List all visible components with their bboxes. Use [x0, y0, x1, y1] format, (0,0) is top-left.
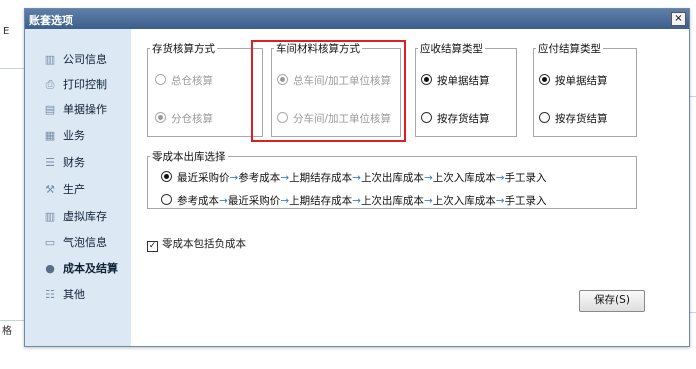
- arrow-icon: →: [352, 172, 361, 184]
- arrow-icon: →: [280, 195, 290, 207]
- priority-label: 上次入库成本: [432, 172, 496, 184]
- zero-cost-negative-checkbox[interactable]: ✓ 零成本包括负成本: [147, 236, 246, 252]
- radio-label: 分仓核算: [171, 113, 213, 125]
- priority-label: 上期结存成本: [289, 172, 353, 184]
- list-icon: ☷: [45, 288, 55, 301]
- sidebar: ▥ 公司信息 ⎙ 打印控制 ▤ 单据操作 ▦ 业务 ☰ 财务 ⚒ 生产 ▥ 虚拟库存 ▭ 气泡信…: [25, 29, 131, 346]
- radio-split-warehouse[interactable]: 分仓核算: [155, 111, 213, 126]
- radio-label: 按存货结算: [555, 113, 608, 125]
- document-icon: ▤: [44, 103, 56, 116]
- radio-selected-icon: [161, 171, 172, 182]
- radio-label: 按单据结算: [555, 75, 608, 87]
- cost-icon: ●: [45, 262, 55, 275]
- sidebar-item-other[interactable]: ☷ 其他: [43, 286, 129, 304]
- priority-label: 上次出库成本: [360, 195, 424, 207]
- radio-selected-icon: [421, 74, 432, 85]
- priority-label: 上次出库成本: [360, 172, 424, 184]
- sidebar-item-label: 打印控制: [63, 78, 107, 91]
- priority-label: 手工录入: [504, 172, 547, 184]
- radio-zero-cost-option-2[interactable]: 参考成本→最近采购价→上期结存成本→上次出库成本→上次入库成本→手工录入: [161, 193, 547, 208]
- arrow-icon: →: [495, 195, 505, 207]
- background-divider: [0, 320, 24, 321]
- radio-label: 按单据结算: [437, 75, 490, 87]
- arrow-icon: →: [352, 195, 361, 207]
- radio-icon: [155, 74, 166, 85]
- sidebar-item-production[interactable]: ⚒ 生产: [43, 181, 129, 199]
- radio-selected-icon: [155, 112, 166, 123]
- radio-icon: [421, 112, 432, 123]
- priority-label: 参考成本: [238, 172, 281, 184]
- sidebar-item-cost-settlement[interactable]: ● 成本及结算: [43, 260, 129, 278]
- radio-zero-cost-option-1[interactable]: 最近采购价→参考成本→上期结存成本→上次出库成本→上次入库成本→手工录入: [161, 170, 547, 185]
- checkmark-icon: ✓: [147, 241, 158, 252]
- background-divider: [0, 68, 24, 69]
- title-bar[interactable]: 账套选项 ×: [25, 9, 689, 29]
- background-window: [0, 0, 24, 369]
- sidebar-item-label: 公司信息: [63, 53, 107, 66]
- close-button[interactable]: ×: [671, 12, 686, 26]
- group-legend: 应收结算类型: [420, 43, 483, 55]
- radio-label: 按存货结算: [437, 113, 490, 125]
- coins-icon: ☰: [45, 156, 55, 169]
- chart-icon: ▦: [44, 129, 56, 142]
- sidebar-item-label: 虚拟库存: [63, 210, 107, 223]
- radio-icon: [161, 194, 172, 205]
- priority-label: 最近采购价: [227, 195, 281, 207]
- sidebar-item-label: 单据操作: [63, 103, 107, 116]
- sidebar-item-label: 财务: [63, 156, 85, 169]
- sidebar-item-document-operations[interactable]: ▤ 单据操作: [43, 101, 129, 119]
- printer-icon: ⎙: [45, 78, 55, 91]
- highlight-box: [251, 40, 406, 142]
- sidebar-item-label: 成本及结算: [63, 262, 118, 275]
- factory-icon: ⚒: [45, 183, 55, 196]
- bubble-icon: ▭: [44, 236, 56, 249]
- dialog-title: 账套选项: [29, 14, 73, 27]
- inventory-icon: ▥: [44, 210, 56, 223]
- sidebar-item-label: 生产: [63, 183, 85, 196]
- radio-label: 总仓核算: [171, 75, 213, 87]
- radio-payable-by-inventory[interactable]: 按存货结算: [539, 111, 608, 126]
- arrow-icon: →: [219, 195, 228, 207]
- arrow-icon: →: [495, 172, 505, 184]
- radio-receivable-by-document[interactable]: 按单据结算: [421, 73, 490, 88]
- background-text-fragment: E: [3, 26, 10, 37]
- sidebar-item-bubble-info[interactable]: ▭ 气泡信息: [43, 234, 129, 252]
- sidebar-item-label: 业务: [63, 129, 85, 142]
- sidebar-item-virtual-inventory[interactable]: ▥ 虚拟库存: [43, 208, 129, 226]
- account-options-dialog: 账套选项 × ▥ 公司信息 ⎙ 打印控制 ▤ 单据操作 ▦ 业务 ☰ 财务 ⚒ 生产 ▥ 虚拟…: [24, 8, 690, 347]
- radio-icon: [539, 112, 550, 123]
- arrow-icon: →: [280, 172, 290, 184]
- radio-receivable-by-inventory[interactable]: 按存货结算: [421, 111, 490, 126]
- radio-selected-icon: [539, 74, 550, 85]
- radio-payable-by-document[interactable]: 按单据结算: [539, 73, 608, 88]
- close-icon: ×: [674, 13, 683, 24]
- content-panel: 存货核算方式 总仓核算 分仓核算 车间材料核算方式 总车间/加工单位核算 分车间…: [131, 29, 689, 346]
- group-legend: 零成本出库选择: [152, 151, 226, 163]
- group-legend: 应付结算类型: [538, 43, 601, 55]
- checkbox-label: 零成本包括负成本: [162, 238, 246, 250]
- sidebar-item-finance[interactable]: ☰ 财务: [43, 154, 129, 172]
- group-legend: 存货核算方式: [152, 43, 215, 55]
- arrow-icon: →: [423, 195, 433, 207]
- background-text-fragment: 格: [2, 326, 12, 337]
- sidebar-item-print-control[interactable]: ⎙ 打印控制: [43, 76, 129, 94]
- sidebar-item-label: 气泡信息: [63, 236, 107, 249]
- priority-label: 手工录入: [504, 195, 547, 207]
- radio-total-warehouse[interactable]: 总仓核算: [155, 73, 213, 88]
- sidebar-item-company-info[interactable]: ▥ 公司信息: [43, 51, 129, 69]
- priority-label: 参考成本: [177, 195, 219, 207]
- sidebar-item-business[interactable]: ▦ 业务: [43, 127, 129, 145]
- priority-label: 上次入库成本: [432, 195, 496, 207]
- arrow-icon: →: [229, 172, 239, 184]
- priority-label: 最近采购价: [177, 172, 230, 184]
- sidebar-item-label: 其他: [63, 288, 85, 301]
- arrow-icon: →: [423, 172, 433, 184]
- save-button[interactable]: 保存(S): [579, 290, 645, 312]
- priority-label: 上期结存成本: [289, 195, 353, 207]
- bar-chart-icon: ▥: [44, 53, 56, 66]
